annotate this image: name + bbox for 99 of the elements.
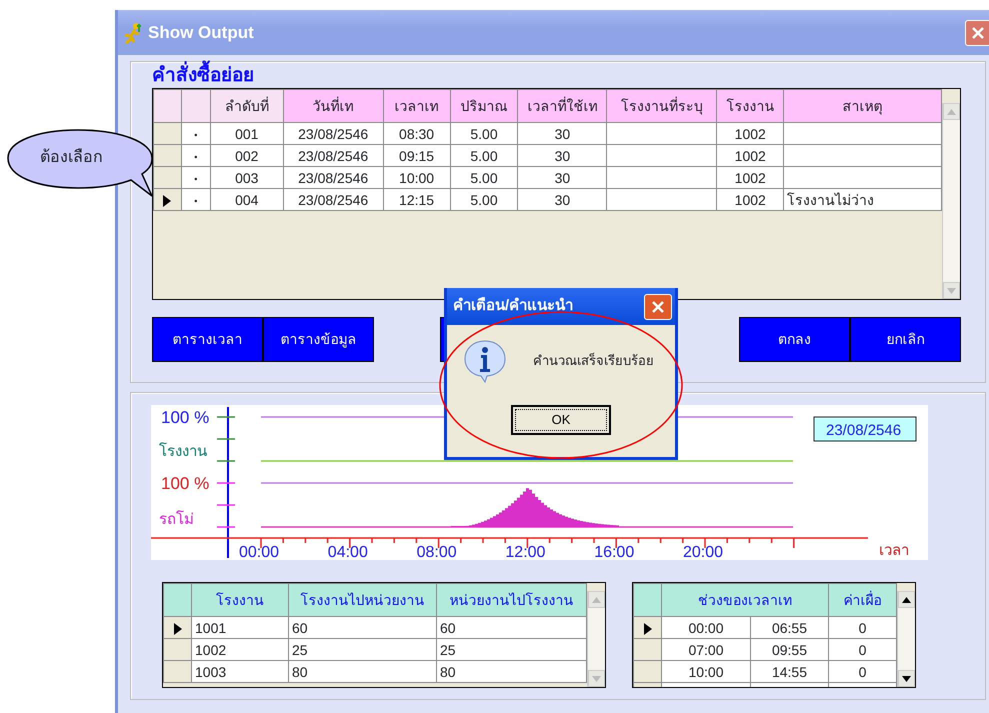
table-cell: 80 [440,664,456,680]
scroll-up-icon [902,596,911,602]
scrollbar[interactable] [942,103,960,299]
table-cell: 003 [235,170,258,186]
column-header: วันที่เท [283,90,384,122]
table-cell: 1002 [734,192,766,208]
table-cell: 1002 [195,642,226,658]
action-button[interactable]: ตกลง [739,317,850,362]
tick-label: 04:00 [328,544,368,560]
table-cell: 5.00 [470,126,498,142]
column-header: โรงงานที่ระบุ [606,90,717,122]
table-cell: 00:00 [688,620,724,636]
column-header: ปริมาณ [450,90,518,122]
axis-label: 100 % [161,474,210,493]
table-cell: 30 [554,126,570,142]
row-pointer-icon [162,194,172,208]
column-header: โรงงาน [192,584,288,616]
table-cell: 80 [292,664,308,680]
tick-label: 00:00 [239,544,280,560]
column-header: ช่วงของเวลาเท [662,584,828,616]
table-cell: 0 [858,620,866,636]
close-icon [651,300,665,314]
table-cell: 25 [292,642,308,658]
table-cell: 1001 [195,620,226,636]
axis-label: 100 % [161,408,210,427]
table-cell: 23/08/2546 [298,126,368,142]
bullet: • [194,128,198,142]
bullet: • [194,150,198,164]
column-header: สาเหตุ [784,90,942,122]
row-pointer-icon [172,622,182,636]
running-man-icon [122,22,144,44]
table-cell: 10:00 [688,664,724,680]
tick-label: 12:00 [505,544,546,560]
close-button[interactable] [965,20,989,46]
table-cell: 07:00 [688,642,724,658]
scrollbar[interactable] [587,591,605,687]
column-header: หน่วยงานไปโรงงาน [436,584,586,616]
table-cell: โรงงานไม่ว่าง [787,192,874,208]
table-cell: 30 [554,192,570,208]
column-header: เวลาที่ใช้เท [518,90,607,122]
table-cell: 004 [235,192,258,208]
callout-text: ต้องเลือก [40,147,103,168]
table-cell: 14:55 [772,664,808,680]
close-button[interactable] [644,294,672,320]
row-pointer-icon [642,622,652,636]
table-cell: 08:30 [399,126,434,142]
scroll-down-icon [902,676,911,682]
dialog-title: คำเตือน/คำแนะนำ [453,296,574,316]
tick-label: 20:00 [683,544,724,560]
scroll-up-icon [947,108,956,114]
column-header: ลำดับที่ [210,90,284,122]
ok-button[interactable]: OK [511,405,611,435]
close-icon [971,26,985,40]
scroll-down-icon [592,676,601,682]
table-cell: 60 [292,620,308,636]
table-cell: 5.00 [470,148,498,164]
table-cell: 002 [235,148,258,164]
column-header: ค่าเผื่อ [828,584,896,616]
table-cell: 06:55 [772,620,808,636]
axis-title: เวลา [879,542,909,559]
scroll-up-icon [592,596,601,602]
column-header: เวลาเท [383,90,450,122]
table-cell: 30 [554,170,570,186]
action-button[interactable]: ยกเลิก [850,317,961,362]
axis-label: รถโม่ [159,511,194,528]
tab-button[interactable]: ตารางข้อมูล [263,317,374,362]
table-cell: 10:00 [399,170,434,186]
table-cell: 0 [858,642,866,658]
scroll-down-icon [947,288,956,294]
table-cell: 12:15 [399,192,434,208]
table-cell: 1003 [195,664,226,680]
table-cell: 0 [858,664,866,680]
info-icon [463,339,507,383]
table-cell: 25 [440,642,456,658]
bullet: • [194,172,198,186]
scrollbar[interactable] [897,591,915,687]
table-cell: 5.00 [470,170,498,186]
table-cell: 60 [440,620,456,636]
date-label: 23/08/2546 [826,422,902,439]
table-cell: 30 [554,148,570,164]
dialog-message: คำนวณเสร็จเรียบร้อย [533,352,654,370]
table-cell: 1002 [734,126,766,142]
table-cell: 09:15 [399,148,434,164]
table-cell: 001 [235,126,258,142]
table-cell: 09:55 [772,642,808,658]
column-header: โรงงาน [716,90,784,122]
column-header: โรงงานไปหน่วยงาน [288,584,436,616]
window-title: Show Output [148,22,254,44]
tick-label: 16:00 [594,544,634,560]
table-cell: 23/08/2546 [298,192,368,208]
table-cell: 1002 [734,170,766,186]
axis-label: โรงงาน [159,443,207,460]
bullet: • [194,194,198,208]
tab-button[interactable]: ตารางเวลา [152,317,263,362]
table-cell: 23/08/2546 [298,148,368,164]
table-cell: 1002 [734,148,766,164]
table-cell: 23/08/2546 [298,170,368,186]
table-cell: 5.00 [470,192,498,208]
tick-label: 08:00 [416,544,457,560]
